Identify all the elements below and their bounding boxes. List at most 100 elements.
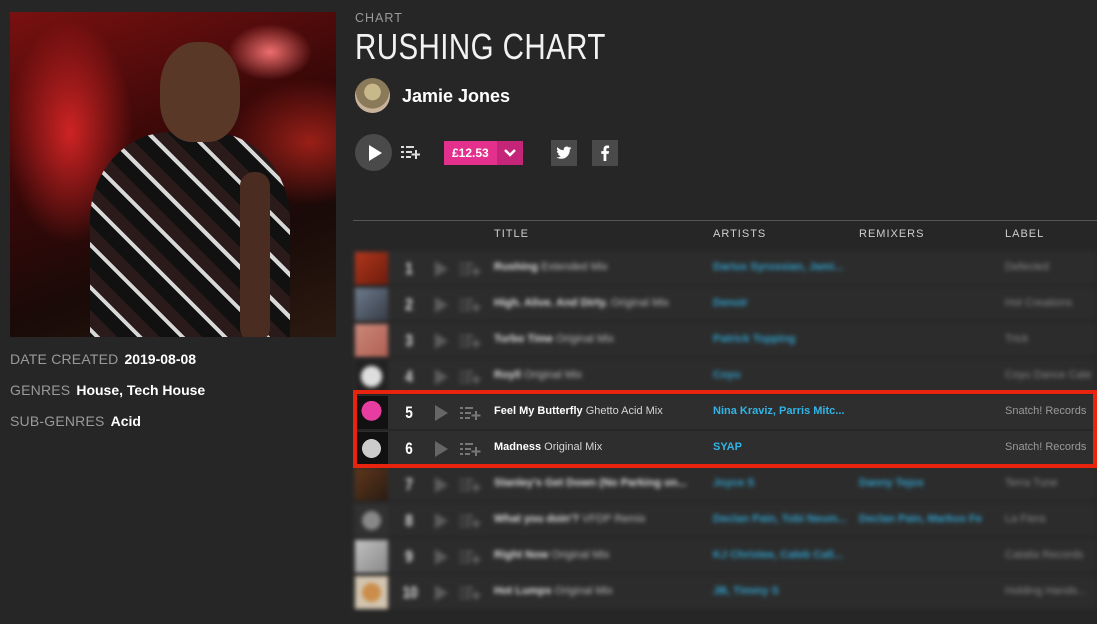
track-label-link[interactable]: Catalia Records bbox=[1005, 549, 1083, 561]
track-artwork[interactable] bbox=[355, 576, 388, 609]
table-row[interactable]: 3 Turbo Time Original Mix Patrick Topping T… bbox=[353, 323, 1097, 357]
track-number: 1 bbox=[405, 259, 413, 278]
track-remixers-link[interactable]: Declan Pain, Markus Fe bbox=[859, 513, 982, 525]
track-artwork[interactable] bbox=[355, 504, 388, 537]
price-dropdown-button[interactable] bbox=[496, 141, 523, 165]
date-created-value: 2019-08-08 bbox=[124, 351, 197, 367]
track-artwork[interactable] bbox=[355, 360, 388, 393]
genres-value[interactable]: House, Tech House bbox=[76, 382, 205, 398]
track-title-link[interactable]: Rushing Extended Mix bbox=[494, 261, 608, 273]
table-row[interactable]: 6 Madness Original Mix SYAP Snatch! Records bbox=[353, 431, 1097, 465]
track-title-link[interactable]: High. Alive. And Dirty. Original Mix bbox=[494, 297, 669, 309]
table-row[interactable]: 10 Hot Lumps Original Mix JB, Timmy S Holdi… bbox=[353, 575, 1097, 609]
track-title-link[interactable]: Feel My Butterfly Ghetto Acid Mix bbox=[494, 405, 663, 417]
chevron-down-icon bbox=[503, 149, 516, 157]
track-label-link[interactable]: Defected bbox=[1005, 261, 1049, 273]
track-title-link[interactable]: Madness Original Mix bbox=[494, 441, 602, 453]
add-to-queue-icon[interactable] bbox=[400, 144, 420, 160]
track-artwork[interactable] bbox=[355, 288, 388, 321]
add-to-queue-icon[interactable] bbox=[459, 405, 481, 421]
track-title-link[interactable]: Royll Original Mix bbox=[494, 369, 582, 381]
track-mix-name: Original Mix bbox=[523, 369, 583, 381]
track-artists-link[interactable]: JB, Timmy S bbox=[713, 585, 779, 597]
track-title-link[interactable]: Turbo Time Original Mix bbox=[494, 333, 614, 345]
track-label-link[interactable]: Coyu Dance Cate... bbox=[1005, 369, 1091, 381]
table-row[interactable]: 8 What you doin'? VFDP Remix Declan Pain, … bbox=[353, 503, 1097, 537]
share-facebook-button[interactable] bbox=[592, 140, 618, 166]
track-artists-link[interactable]: SYAP bbox=[713, 441, 742, 453]
add-to-queue-icon[interactable] bbox=[459, 549, 481, 565]
track-label-link[interactable]: Hot Creations bbox=[1005, 297, 1072, 309]
table-row[interactable]: 2 High. Alive. And Dirty. Original Mix Den… bbox=[353, 287, 1097, 321]
play-icon[interactable] bbox=[435, 405, 448, 421]
track-artwork[interactable] bbox=[355, 324, 388, 357]
track-mix-name: Original Mix bbox=[555, 333, 615, 345]
add-to-queue-icon[interactable] bbox=[459, 333, 481, 349]
track-mix-name: Extended Mix bbox=[541, 261, 608, 273]
sub-genres-value[interactable]: Acid bbox=[111, 413, 141, 429]
play-icon[interactable] bbox=[435, 513, 448, 529]
track-artwork[interactable] bbox=[355, 396, 388, 429]
share-twitter-button[interactable] bbox=[551, 140, 577, 166]
table-row[interactable]: 7 Stanley's Get Down (No Parking on... Jo… bbox=[353, 467, 1097, 501]
add-to-queue-icon[interactable] bbox=[459, 513, 481, 529]
table-row[interactable]: 4 Royll Original Mix Coyu Coyu Dance Cate..… bbox=[353, 359, 1097, 393]
table-row[interactable]: 1 Rushing Extended Mix Darius Syrossian, J… bbox=[353, 251, 1097, 285]
track-artwork[interactable] bbox=[355, 252, 388, 285]
track-title: High. Alive. And Dirty. bbox=[494, 297, 608, 309]
add-to-queue-icon[interactable] bbox=[459, 261, 481, 277]
track-label-link[interactable]: La Fiera bbox=[1005, 513, 1045, 525]
play-all-button[interactable] bbox=[355, 134, 392, 171]
track-label-link[interactable]: Holding Hands... bbox=[1005, 585, 1086, 597]
page-title: RUSHING CHART bbox=[355, 26, 606, 67]
table-row[interactable]: 5 Feel My Butterfly Ghetto Acid Mix Nina K… bbox=[353, 395, 1097, 429]
price-label[interactable]: £12.53 bbox=[444, 141, 497, 165]
play-icon[interactable] bbox=[435, 441, 448, 457]
column-header-artists[interactable]: ARTISTS bbox=[713, 228, 766, 240]
track-artists-link[interactable]: Darius Syrossian, Jami... bbox=[713, 261, 843, 273]
column-header-title[interactable]: TITLE bbox=[494, 228, 529, 240]
track-title: Right Now bbox=[494, 549, 549, 561]
artist-avatar[interactable] bbox=[355, 78, 390, 113]
track-artists-link[interactable]: Nina Kraviz, Parris Mitc... bbox=[713, 405, 844, 417]
play-icon[interactable] bbox=[435, 369, 448, 385]
track-artists-link[interactable]: Patrick Topping bbox=[713, 333, 795, 345]
column-header-label[interactable]: LABEL bbox=[1005, 228, 1044, 240]
track-label-link[interactable]: Snatch! Records bbox=[1005, 441, 1086, 453]
play-icon[interactable] bbox=[435, 333, 448, 349]
add-to-queue-icon[interactable] bbox=[459, 585, 481, 601]
column-header-remixers[interactable]: REMIXERS bbox=[859, 228, 924, 240]
track-title-link[interactable]: Hot Lumps Original Mix bbox=[494, 585, 613, 597]
play-icon[interactable] bbox=[435, 297, 448, 313]
track-title-link[interactable]: Stanley's Get Down (No Parking on... bbox=[494, 477, 687, 489]
track-artists-link[interactable]: KJ Christee, Caleb Call... bbox=[713, 549, 843, 561]
track-artists-link[interactable]: Denoir bbox=[713, 297, 748, 309]
track-mix-name: Original Mix bbox=[544, 441, 603, 453]
track-artists-link[interactable]: Declan Pain, Tobi Neum... bbox=[713, 513, 847, 525]
add-to-queue-icon[interactable] bbox=[459, 441, 481, 457]
track-title: Feel My Butterfly bbox=[494, 405, 583, 417]
track-title-link[interactable]: Right Now Original Mix bbox=[494, 549, 610, 561]
play-icon[interactable] bbox=[435, 477, 448, 493]
track-title: Madness bbox=[494, 441, 542, 453]
track-artists-link[interactable]: Coyu bbox=[713, 369, 741, 381]
track-artwork[interactable] bbox=[355, 468, 388, 501]
track-label-link[interactable]: Snatch! Records bbox=[1005, 405, 1086, 417]
table-row[interactable]: 9 Right Now Original Mix KJ Christee, Cale… bbox=[353, 539, 1097, 573]
play-icon[interactable] bbox=[435, 261, 448, 277]
track-number: 5 bbox=[405, 403, 413, 422]
track-artwork[interactable] bbox=[355, 432, 388, 465]
buy-chart-button[interactable]: £12.53 bbox=[444, 141, 523, 165]
track-artwork[interactable] bbox=[355, 540, 388, 573]
artist-name-link[interactable]: Jamie Jones bbox=[402, 86, 510, 107]
track-label-link[interactable]: Trick bbox=[1005, 333, 1028, 345]
play-icon[interactable] bbox=[435, 585, 448, 601]
add-to-queue-icon[interactable] bbox=[459, 297, 481, 313]
track-title-link[interactable]: What you doin'? VFDP Remix bbox=[494, 513, 646, 525]
add-to-queue-icon[interactable] bbox=[459, 369, 481, 385]
track-label-link[interactable]: Terra Tune bbox=[1005, 477, 1058, 489]
add-to-queue-icon[interactable] bbox=[459, 477, 481, 493]
play-icon[interactable] bbox=[435, 549, 448, 565]
track-artists-link[interactable]: Joyce S bbox=[713, 477, 755, 489]
track-remixers-link[interactable]: Danny Tejos bbox=[859, 477, 924, 489]
